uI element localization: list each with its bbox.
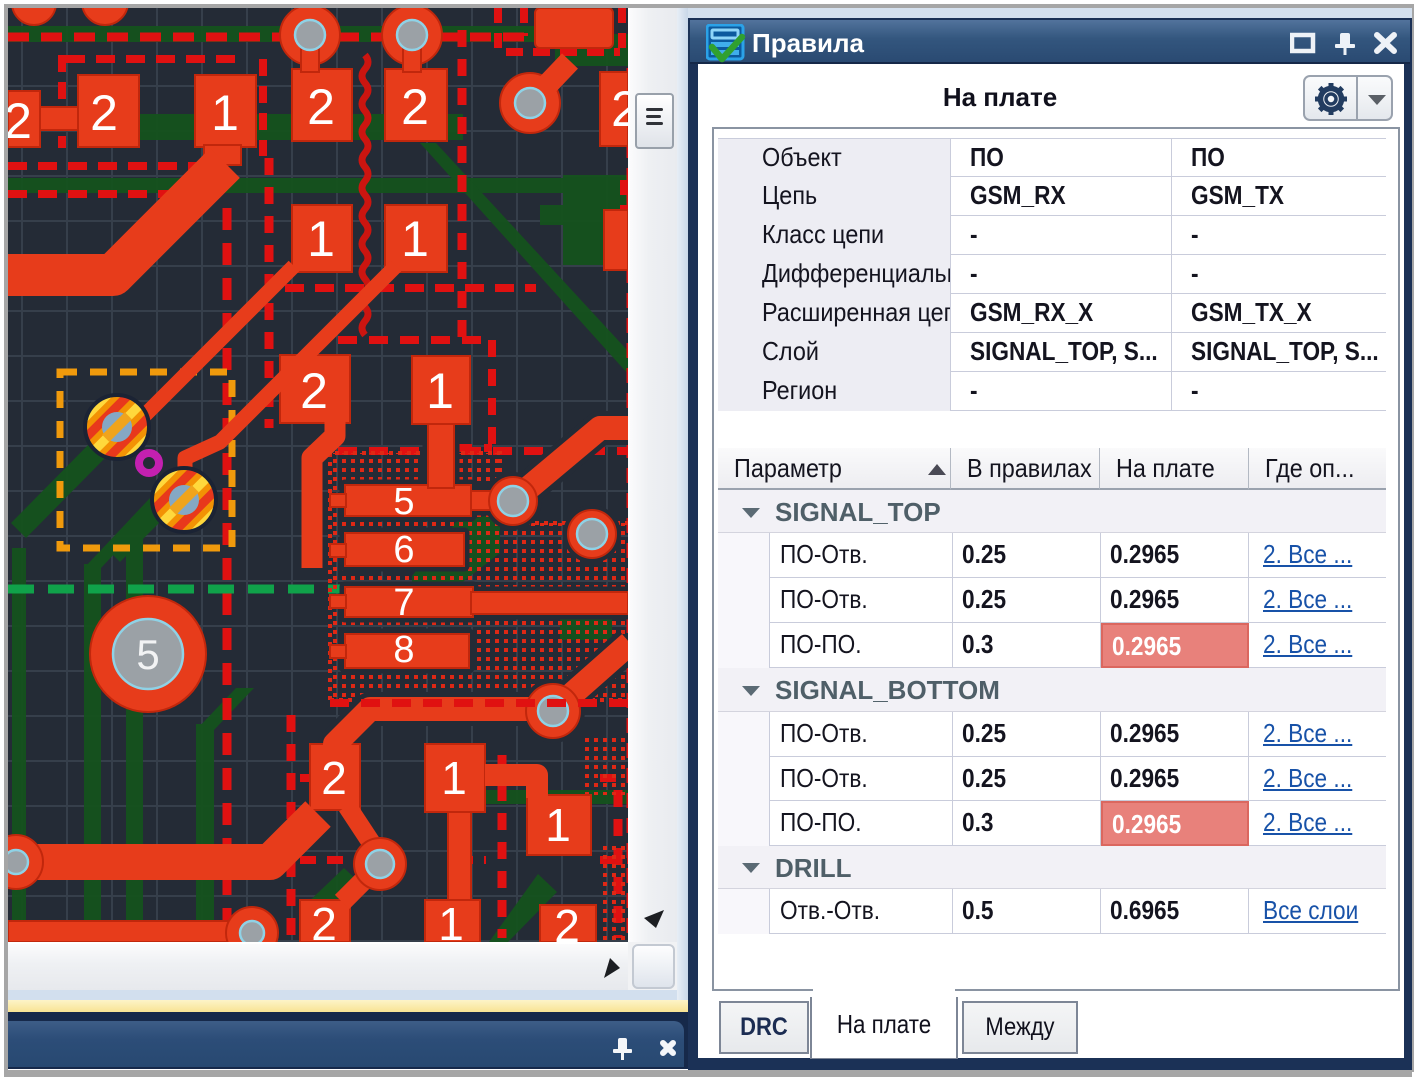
svg-text:2: 2 [554,900,580,942]
svg-text:5: 5 [136,631,159,678]
svg-text:2: 2 [401,79,429,135]
svg-text:2: 2 [611,81,628,137]
svg-text:1: 1 [545,799,571,851]
svg-text:2: 2 [90,85,118,141]
svg-text:1: 1 [438,898,464,942]
svg-text:1: 1 [426,363,454,419]
svg-text:1: 1 [441,752,467,804]
svg-text:6: 6 [393,529,414,571]
svg-text:2: 2 [8,93,32,149]
svg-text:7: 7 [393,582,414,624]
svg-text:1: 1 [307,211,335,267]
svg-text:8: 8 [393,629,414,671]
svg-text:2: 2 [300,363,328,419]
svg-text:2: 2 [311,898,337,942]
svg-text:5: 5 [393,481,414,523]
svg-text:1: 1 [211,85,239,141]
svg-text:2: 2 [307,79,335,135]
svg-text:1: 1 [401,211,429,267]
svg-text:2: 2 [321,752,347,804]
